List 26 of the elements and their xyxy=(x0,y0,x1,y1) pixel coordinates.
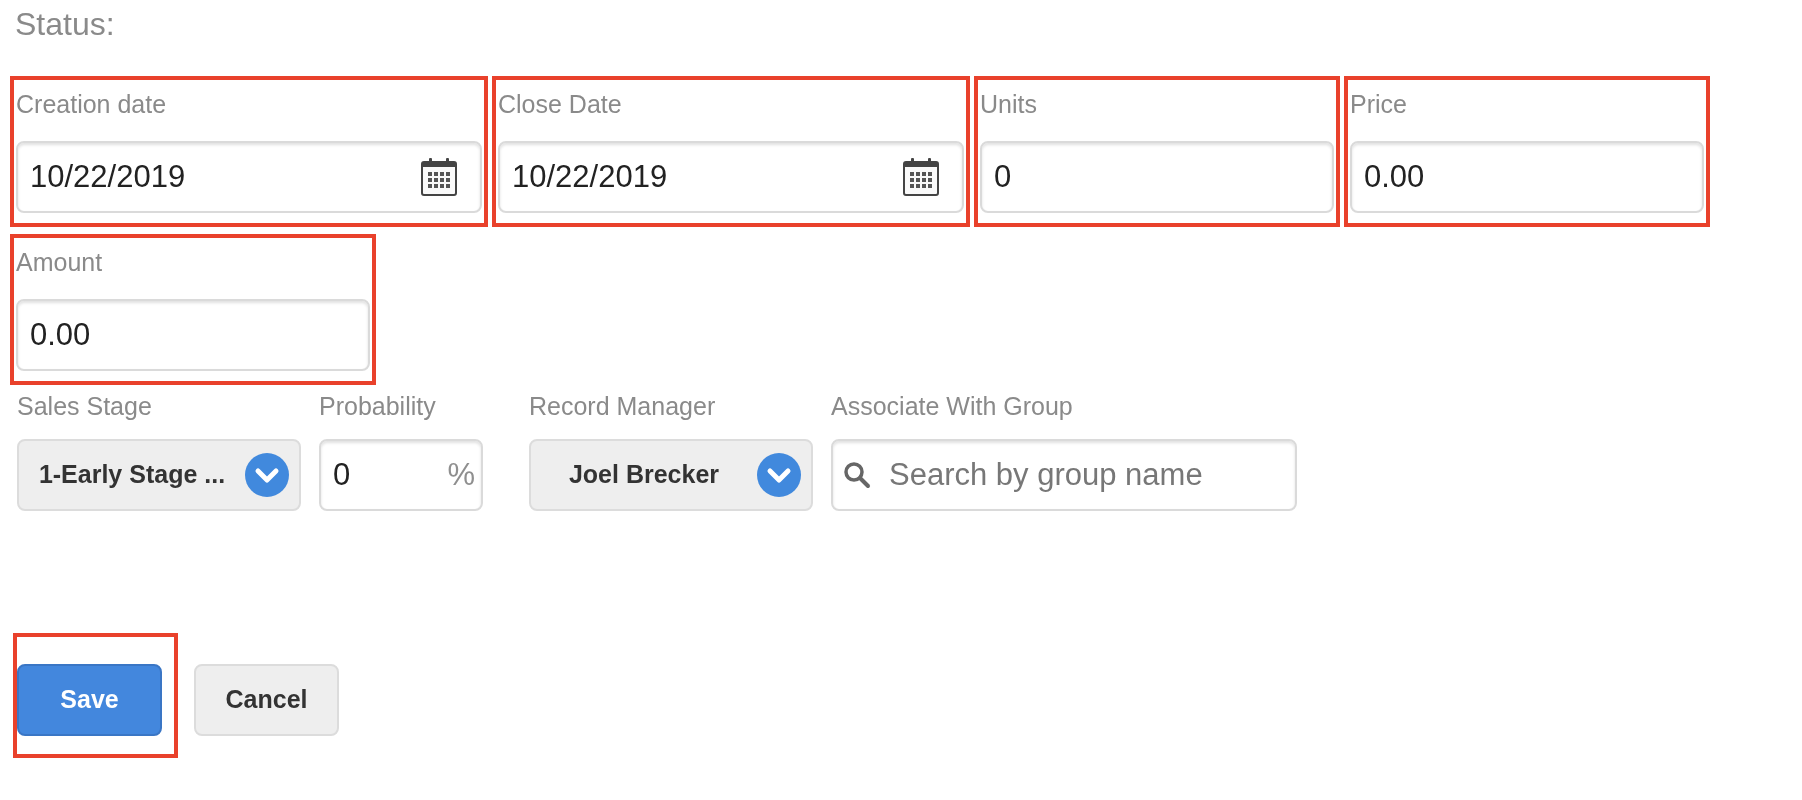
chevron-down-icon xyxy=(245,453,289,497)
field-label: Creation date xyxy=(16,90,167,118)
field-label: Price xyxy=(1350,90,1407,118)
chevron-down-icon xyxy=(757,453,801,497)
field-label: Amount xyxy=(16,248,103,276)
search-field[interactable]: Search by group name xyxy=(831,439,1297,511)
field-label: Sales Stage xyxy=(17,392,152,420)
field-label: Close Date xyxy=(498,90,622,118)
status-label: Status: xyxy=(15,5,115,43)
calendar-icon[interactable] xyxy=(420,157,458,197)
field-label: Associate With Group xyxy=(831,392,1073,420)
date-field[interactable]: 10/22/2019 xyxy=(498,141,964,213)
percent-suffix: % xyxy=(447,458,475,492)
date-field[interactable]: 10/22/2019 xyxy=(16,141,482,213)
field-label: Units xyxy=(980,90,1037,118)
select-dropdown[interactable]: 1-Early Stage ... xyxy=(17,439,301,511)
save-button[interactable]: Save xyxy=(17,664,162,736)
calendar-icon[interactable] xyxy=(902,157,940,197)
text-field[interactable]: 0.00 xyxy=(1350,141,1704,213)
cancel-button[interactable]: Cancel xyxy=(194,664,339,736)
field-label: Record Manager xyxy=(529,392,716,420)
select-dropdown[interactable]: Joel Brecker xyxy=(529,439,813,511)
text-field[interactable]: 0.00 xyxy=(16,299,370,371)
field-label: Probability xyxy=(319,392,436,420)
search-icon xyxy=(843,461,871,489)
text-field[interactable]: 0 xyxy=(980,141,1334,213)
